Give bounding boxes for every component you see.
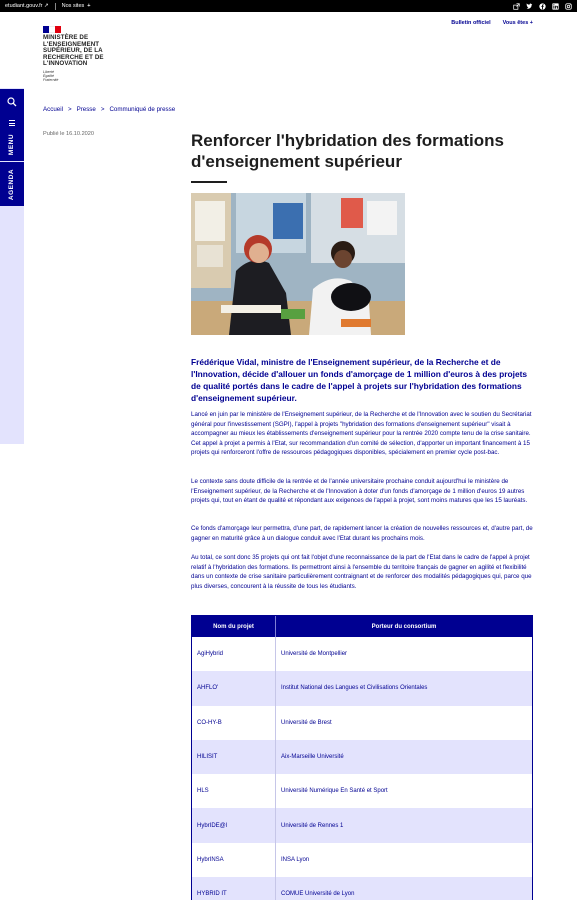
republic-motto: Liberté Égalité Fraternité <box>43 69 59 83</box>
table-row: HYBRID IT COMUE Université de Lyon <box>192 877 532 900</box>
table-row: HLS Université Numérique En Santé et Spor… <box>192 774 532 809</box>
breadcrumb: Accueil > Presse > Communiqué de presse <box>43 106 175 113</box>
project-name: AgiHybrid <box>192 637 276 672</box>
consortium-name: Université de Montpellier <box>281 651 348 658</box>
agenda-button[interactable]: AGENDA <box>0 162 24 206</box>
breadcrumb-home[interactable]: Accueil <box>43 106 63 113</box>
article-lead: Frédérique Vidal, ministre de l'Enseigne… <box>191 357 528 403</box>
menu-button[interactable]: MENU <box>0 115 24 161</box>
article-paragraph: Ce fonds d'amorçage leur permettra, d'un… <box>191 525 533 542</box>
top-bar: etudiant.gouv.fr ↗ Nos sites + <box>0 0 577 12</box>
consortium-name: Aix-Marseille Université <box>281 754 344 761</box>
article-paragraph: Lancé en juin par le ministère de l'Ense… <box>191 411 532 457</box>
project-name: HYBRID IT <box>192 877 276 900</box>
vous-etes-button[interactable]: Vous êtes + <box>503 20 533 26</box>
table-row: AHFLO' Institut National des Langues et C… <box>192 671 532 706</box>
consortium-name: Université de Brest <box>281 719 332 726</box>
ministry-name: MINISTÈRE DE L'ENSEIGNEMENT SUPÉRIEUR, D… <box>43 34 104 68</box>
nos-sites-button[interactable]: Nos sites + <box>62 3 91 9</box>
project-name: HLS <box>192 774 276 809</box>
table-header: Nom du projet Porteur du consortium <box>192 616 532 637</box>
table-row: HybrINSA INSA Lyon <box>192 842 532 878</box>
french-flag-icon <box>43 26 61 33</box>
instagram-icon[interactable] <box>564 2 572 10</box>
publication-date: Publié le 16.10.2020 <box>43 131 95 137</box>
breadcrumb-separator: > <box>100 106 105 113</box>
project-name: HILISIT <box>192 739 276 775</box>
project-name: HybrIDE@l <box>192 808 276 843</box>
breadcrumb-press[interactable]: Presse <box>77 106 96 113</box>
article-paragraph: Le contexte sans doute difficile de la r… <box>191 478 528 505</box>
header-links: Bulletin officiel Vous êtes + <box>439 20 533 26</box>
divider <box>54 2 56 10</box>
menu-label: MENU <box>8 133 16 155</box>
consortium-name: Université Numérique En Santé et Sport <box>281 788 388 795</box>
projects-table: Nom du projet Porteur du consortium AgiH… <box>191 615 533 900</box>
table-row: HILISIT Aix-Marseille Université <box>192 739 532 775</box>
article-photo <box>191 193 405 335</box>
table-body: AgiHybrid Université de Montpellier AHFLO… <box>192 637 532 900</box>
consortium-name: INSA Lyon <box>281 856 310 863</box>
table-row: HybrIDE@l Université de Rennes 1 <box>192 808 532 843</box>
table-row: CO-HY-B Université de Brest <box>192 705 532 740</box>
agenda-label: AGENDA <box>8 168 16 200</box>
project-name: CO-HY-B <box>192 705 276 740</box>
hamburger-icon <box>9 120 15 128</box>
table-row: AgiHybrid Université de Montpellier <box>192 637 532 672</box>
project-name: AHFLO' <box>192 671 276 706</box>
title-underline <box>191 181 227 183</box>
column-header-consortium: Porteur du consortium <box>371 623 437 630</box>
project-name: HybrINSA <box>192 842 276 878</box>
plus-icon: + <box>87 3 91 9</box>
consortium-name: Institut National des Langues et Civilis… <box>281 685 428 692</box>
bulletin-officiel-link[interactable]: Bulletin officiel <box>451 20 490 26</box>
social-links <box>507 2 572 10</box>
consortium-name: Université de Rennes 1 <box>281 822 344 829</box>
external-link-icon[interactable] <box>512 2 520 10</box>
etudiant-link[interactable]: etudiant.gouv.fr ↗ <box>5 3 49 9</box>
nos-sites-label: Nos sites <box>61 3 85 9</box>
linkedin-icon[interactable] <box>551 2 559 10</box>
breadcrumb-separator: > <box>67 106 72 113</box>
consortium-name: COMUE Université de Lyon <box>281 891 355 898</box>
page-title: Renforcer l'hybridation des formations d… <box>191 131 504 171</box>
twitter-icon[interactable] <box>525 2 533 10</box>
search-icon <box>7 97 17 107</box>
column-header-project: Nom du projet <box>192 616 276 637</box>
ministry-logo[interactable]: MINISTÈRE DE L'ENSEIGNEMENT SUPÉRIEUR, D… <box>43 26 133 83</box>
breadcrumb-current[interactable]: Communiqué de presse <box>109 106 175 113</box>
facebook-icon[interactable] <box>538 2 546 10</box>
search-button[interactable] <box>0 89 24 115</box>
article-paragraph: Au total, ce sont donc 35 projets qui on… <box>191 554 532 590</box>
